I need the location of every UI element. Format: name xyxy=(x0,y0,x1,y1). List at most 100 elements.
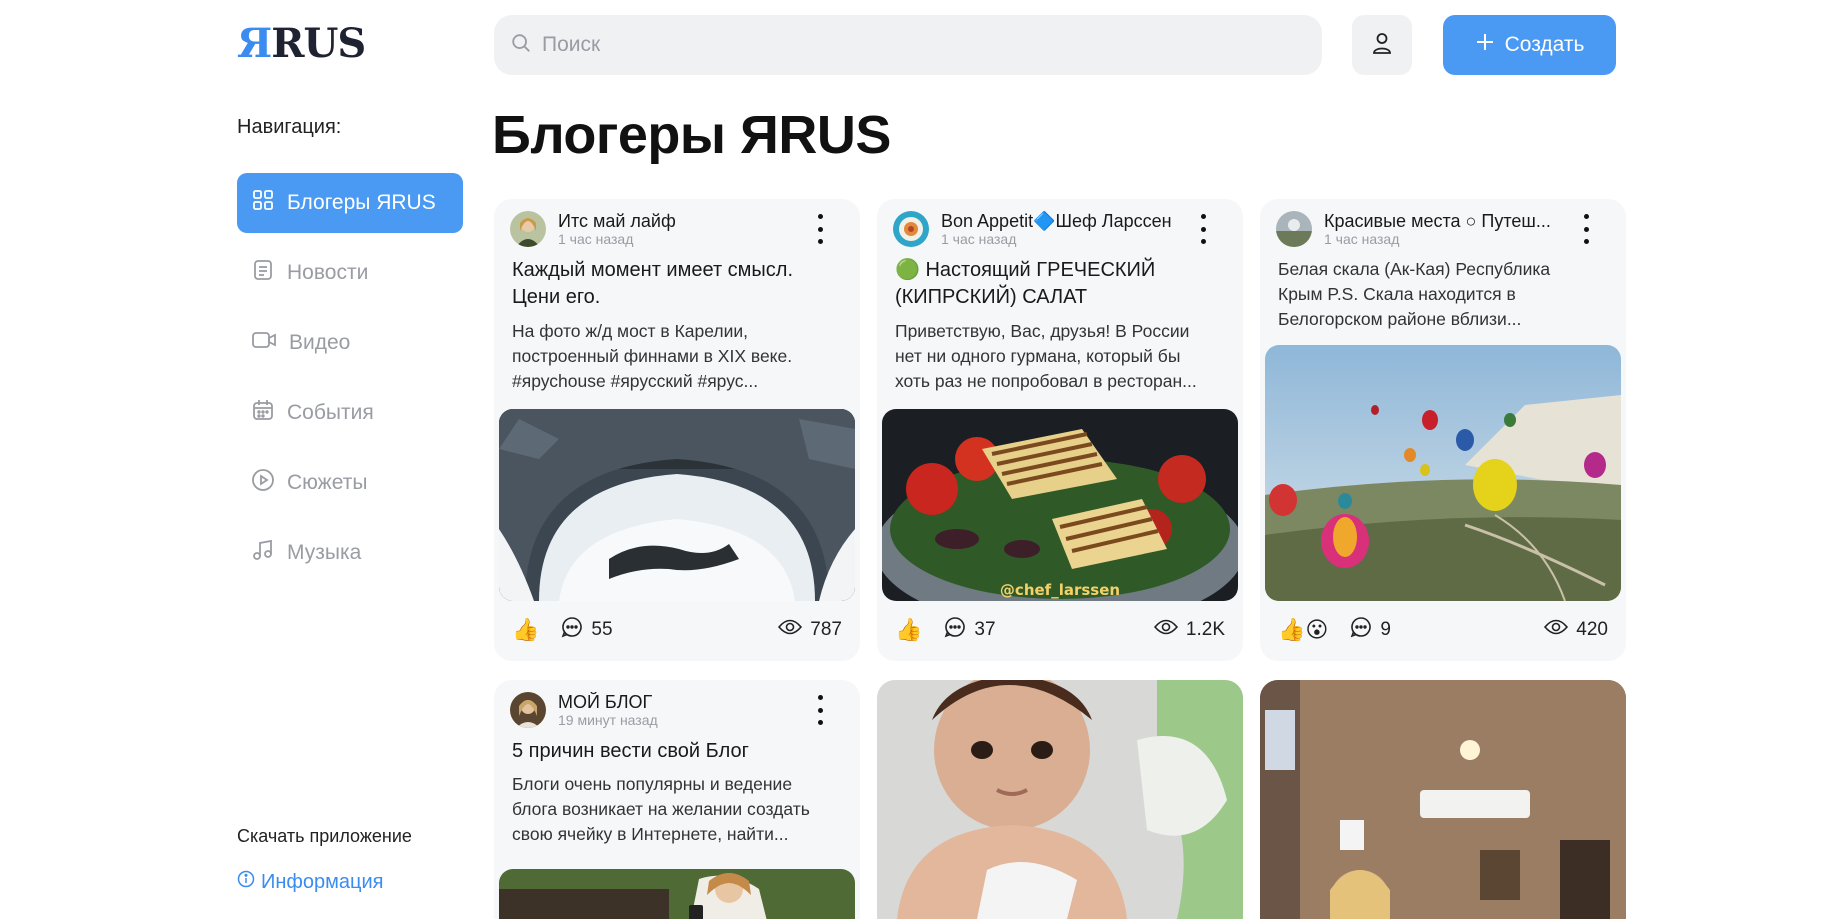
post-title[interactable]: Каждый момент имеет смысл. Цени его. xyxy=(512,257,842,311)
post-title[interactable]: 🟢 Настоящий ГРЕЧЕСКИЙ (КИПРСКИЙ) САЛАТ xyxy=(895,257,1225,311)
download-app-link[interactable]: Скачать приложение xyxy=(237,826,412,847)
comments-counter[interactable]: 37 xyxy=(944,616,996,644)
comments-count: 9 xyxy=(1380,619,1391,640)
post-excerpt[interactable]: Блоги очень популярны и ведение блога во… xyxy=(512,772,842,847)
profile-button[interactable] xyxy=(1352,15,1412,75)
eye-icon xyxy=(778,618,803,642)
sidebar-item-label: События xyxy=(287,401,374,424)
page-title: Блогеры ЯRUS xyxy=(492,105,891,165)
post-header: Красивые места ○ Путеш... 1 час назад xyxy=(1276,209,1610,249)
more-options-icon[interactable] xyxy=(1193,211,1213,247)
reactions[interactable]: 👍 xyxy=(895,617,922,643)
excerpt-line: блога возникает на желании создать xyxy=(512,799,810,819)
more-options-icon[interactable] xyxy=(810,211,830,247)
create-button-label: Создать xyxy=(1504,33,1585,56)
video-icon xyxy=(251,328,277,358)
author-name[interactable]: МОЙ БЛОГ xyxy=(558,692,658,713)
post-excerpt[interactable]: Белая скала (Ак-Кая) Республика Крым P.S… xyxy=(1278,257,1608,332)
post-header: Итс май лайф 1 час назад xyxy=(510,209,844,249)
comments-count: 55 xyxy=(591,619,613,640)
post-video-baby[interactable] xyxy=(877,680,1243,919)
views-counter: 1.2K xyxy=(1153,618,1225,642)
play-circle-icon xyxy=(251,468,275,498)
post-title[interactable]: 5 причин вести свой Блог xyxy=(512,738,842,765)
sidebar-item-label: Видео xyxy=(289,331,351,354)
comments-counter[interactable]: 55 xyxy=(561,616,613,644)
post-footer: 👍 37 1.2K xyxy=(895,615,1225,645)
post-header: МОЙ БЛОГ 19 минут назад xyxy=(510,690,844,730)
comment-icon xyxy=(561,616,583,644)
search-icon xyxy=(510,32,532,59)
plus-icon xyxy=(1475,32,1495,58)
excerpt-line: свою ячейку в Интернете, найти... xyxy=(512,824,789,844)
author-avatar[interactable] xyxy=(893,211,929,247)
post-footer: 👍😮 9 420 xyxy=(1278,615,1608,645)
post-time: 1 час назад xyxy=(941,231,1017,248)
image-watermark: @chef_larssen xyxy=(999,581,1121,599)
comment-icon xyxy=(1350,616,1372,644)
excerpt-line: Белая скала (Ак-Кая) Республика xyxy=(1278,259,1551,279)
post-image-child[interactable] xyxy=(499,869,855,919)
logo-text: RUS xyxy=(271,20,366,67)
logo-letter-ya: Я xyxy=(237,20,272,67)
excerpt-line: хоть раз не попробовал в ресторан... xyxy=(895,371,1197,391)
sidebar-item-bloggers[interactable]: Блогеры ЯRUS xyxy=(237,173,463,233)
comments-counter[interactable]: 9 xyxy=(1350,616,1391,644)
sidebar-item-video[interactable]: Видео xyxy=(237,313,463,373)
post-card[interactable]: Bon Appetit🔷Шеф Ларссен 1 час назад 🟢 На… xyxy=(877,199,1243,661)
sidebar-item-news[interactable]: Новости xyxy=(237,243,463,303)
views-count: 420 xyxy=(1576,619,1608,640)
more-options-icon[interactable] xyxy=(810,692,830,728)
post-excerpt[interactable]: Приветствую, Вас, друзья! В России нет н… xyxy=(895,319,1225,394)
reactions[interactable]: 👍😮 xyxy=(1278,617,1328,643)
create-button[interactable]: Создать xyxy=(1443,15,1616,75)
user-icon xyxy=(1371,31,1393,60)
info-icon xyxy=(237,870,255,894)
post-video-room[interactable] xyxy=(1260,680,1626,919)
sidebar-item-label: Новости xyxy=(287,261,369,284)
info-label: Информация xyxy=(261,870,384,893)
post-image-balloons[interactable] xyxy=(1265,345,1621,601)
navigation-heading: Навигация: xyxy=(237,116,342,138)
author-name[interactable]: Bon Appetit🔷Шеф Ларссен xyxy=(941,211,1172,232)
eye-icon xyxy=(1153,618,1178,642)
post-excerpt[interactable]: На фото ж/д мост в Карелии, построенный … xyxy=(512,319,842,394)
author-avatar[interactable] xyxy=(510,211,546,247)
info-link[interactable]: Информация xyxy=(237,870,383,894)
post-footer: 👍 55 787 xyxy=(512,615,842,645)
views-counter: 787 xyxy=(778,618,842,642)
sidebar-item-stories[interactable]: Сюжеты xyxy=(237,453,463,513)
search-bar[interactable] xyxy=(494,15,1322,75)
post-image-salad[interactable]: @chef_larssen xyxy=(882,409,1238,601)
sidebar-item-label: Музыка xyxy=(287,541,362,564)
sidebar-item-events[interactable]: События xyxy=(237,383,463,443)
app-logo[interactable]: ЯRUS xyxy=(237,20,366,67)
author-avatar[interactable] xyxy=(510,692,546,728)
post-time: 1 час назад xyxy=(1324,231,1400,248)
document-icon xyxy=(251,258,275,288)
excerpt-line: #ярусhouse #ярусский #ярус... xyxy=(512,371,759,391)
post-image-bridge[interactable] xyxy=(499,409,855,601)
author-name[interactable]: Красивые места ○ Путеш... xyxy=(1324,211,1551,232)
reactions[interactable]: 👍 xyxy=(512,617,539,643)
sidebar-item-music[interactable]: Музыка xyxy=(237,523,463,583)
excerpt-line: Крым P.S. Скала находится в xyxy=(1278,284,1516,304)
grid-icon xyxy=(251,188,275,218)
search-input[interactable] xyxy=(542,33,1242,57)
post-card[interactable]: Итс май лайф 1 час назад Каждый момент и… xyxy=(494,199,860,661)
post-time: 1 час назад xyxy=(558,231,634,248)
views-counter: 420 xyxy=(1544,618,1608,642)
more-options-icon[interactable] xyxy=(1576,211,1596,247)
comment-icon xyxy=(944,616,966,644)
post-card[interactable]: Красивые места ○ Путеш... 1 час назад Бе… xyxy=(1260,199,1626,661)
excerpt-line: Приветствую, Вас, друзья! В России xyxy=(895,321,1190,341)
author-avatar[interactable] xyxy=(1276,211,1312,247)
eye-icon xyxy=(1544,618,1569,642)
views-count: 787 xyxy=(810,619,842,640)
post-card[interactable]: МОЙ БЛОГ 19 минут назад 5 причин вести с… xyxy=(494,680,860,919)
excerpt-line: Блоги очень популярны и ведение xyxy=(512,774,793,794)
comments-count: 37 xyxy=(974,619,996,640)
views-count: 1.2K xyxy=(1185,619,1225,640)
author-name[interactable]: Итс май лайф xyxy=(558,211,676,232)
post-header: Bon Appetit🔷Шеф Ларссен 1 час назад xyxy=(893,209,1227,249)
